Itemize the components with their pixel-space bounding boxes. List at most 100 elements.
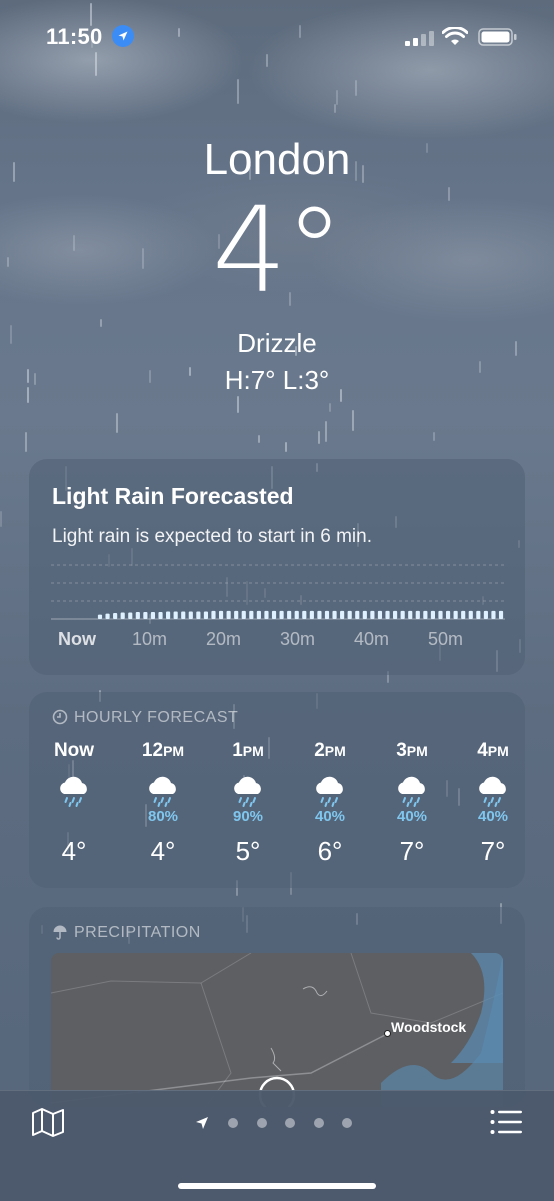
chart-x-axis: Now 10m 20m 30m 40m 50m: [29, 629, 525, 653]
page-dot[interactable]: [313, 1117, 324, 1128]
rain-intensity-bar: [362, 610, 367, 619]
page-indicator[interactable]: [0, 1114, 554, 1132]
page-dot[interactable]: [228, 1117, 239, 1128]
cellular-signal-icon: [405, 31, 434, 46]
weather-condition: Drizzle: [237, 328, 317, 358]
rain-intensity-bar: [370, 610, 375, 619]
hour-column[interactable]: 4PM 40% 7°: [451, 740, 535, 867]
rain-intensity-bar: [309, 610, 314, 619]
rain-intensity-bar: [408, 610, 413, 619]
rain-cloud-icon: [315, 775, 344, 807]
location-arrow-icon: [195, 1116, 208, 1129]
page-dot[interactable]: [342, 1117, 353, 1128]
rain-intensity-bar: [468, 610, 473, 619]
rain-intensity-bar: [120, 612, 125, 619]
rain-intensity-bar: [324, 610, 330, 619]
rain-intensity-bar: [234, 610, 239, 619]
list-icon[interactable]: [490, 1109, 522, 1135]
rain-cloud-icon: [59, 775, 88, 807]
rain-intensity-bar: [135, 611, 140, 619]
precipitation-card[interactable]: PRECIPITATION Woodstock: [29, 907, 525, 1107]
rain-intensity-bar: [393, 610, 398, 619]
precip-probability: 40%: [477, 808, 509, 825]
current-temperature: 4°: [211, 181, 344, 319]
rain-intensity-bar: [385, 610, 390, 619]
hourly-forecast-list[interactable]: Now 4° 12PM 80% 4° 1PM 90% 5° 2PM 40% 6°…: [29, 740, 525, 880]
rain-intensity-bar: [158, 611, 163, 619]
hour-temperature: 7°: [480, 836, 506, 866]
rain-cloud-icon: [397, 775, 426, 807]
rain-intensity-bar: [105, 613, 110, 619]
hour-column[interactable]: 1PM 90% 5°: [206, 740, 290, 867]
rain-forecast-subtitle: Light rain is expected to start in 6 min…: [52, 526, 372, 547]
battery-icon: [478, 28, 517, 46]
rain-intensity-bar: [203, 611, 209, 619]
location-arrow-icon: [112, 25, 134, 47]
hour-temperature: 4°: [150, 836, 176, 866]
rain-intensity-bar: [438, 610, 443, 619]
rain-intensity-bar: [498, 610, 504, 619]
precipitation-map[interactable]: Woodstock: [51, 953, 503, 1107]
hour-label: Now: [53, 740, 95, 761]
precip-probability: 90%: [232, 808, 264, 825]
rain-intensity-bar: [317, 610, 322, 619]
rain-intensity-bar: [113, 613, 118, 619]
rain-intensity-bar: [476, 610, 481, 619]
rain-forecast-title: Light Rain Forecasted: [52, 483, 294, 509]
rain-intensity-bar: [461, 610, 466, 619]
rain-intensity-bar: [150, 611, 156, 619]
city-name: London: [203, 135, 351, 184]
umbrella-icon: [53, 925, 67, 940]
rain-intensity-bar: [347, 610, 352, 619]
rain-intensity-bar: [128, 612, 133, 619]
rain-intensity-bar: [377, 610, 383, 619]
hour-label: 12PM: [141, 740, 185, 761]
precip-probability: 40%: [396, 808, 428, 825]
chart-tick-label: 20m: [206, 629, 242, 649]
rain-intensity-bar: [415, 610, 420, 619]
rain-intensity-bar: [453, 610, 458, 619]
hourly-forecast-header: HOURLY FORECAST: [52, 709, 238, 727]
rain-intensity-bar: [97, 614, 103, 619]
map-place-marker: [384, 1030, 391, 1037]
rain-intensity-bar: [241, 610, 246, 619]
rain-intensity-bar: [483, 610, 488, 619]
status-time: 11:50: [46, 24, 103, 49]
rain-intensity-bar: [271, 610, 277, 619]
home-indicator[interactable]: [178, 1183, 376, 1189]
hourly-forecast-label: HOURLY FORECAST: [74, 709, 239, 726]
hour-column[interactable]: 2PM 40% 6°: [288, 740, 372, 867]
status-bar: 11:50: [0, 0, 554, 70]
rain-intensity-bar: [294, 610, 299, 619]
rain-intensity-bar: [256, 610, 261, 619]
rain-intensity-bar: [226, 610, 231, 619]
rain-intensity-bar: [332, 610, 337, 619]
rain-intensity-bar: [355, 610, 360, 619]
rain-intensity-bar: [287, 610, 292, 619]
hourly-forecast-card[interactable]: HOURLY FORECAST Now 4° 12PM 80% 4° 1PM 9…: [29, 692, 525, 888]
page-dot[interactable]: [256, 1117, 267, 1128]
hour-temperature: 4°: [61, 836, 87, 866]
rain-intensity-bar: [249, 610, 254, 619]
rain-intensity-bar: [491, 610, 496, 619]
clock-icon: [52, 709, 68, 725]
rain-intensity-bar: [423, 610, 428, 619]
rain-intensity-bar: [340, 610, 345, 619]
rain-forecast-card[interactable]: Light Rain Forecasted Light rain is expe…: [29, 459, 525, 675]
rain-intensity-bar: [302, 610, 307, 619]
rain-cloud-icon: [233, 775, 262, 807]
rain-intensity-bar: [188, 611, 193, 619]
page-dot[interactable]: [285, 1117, 296, 1128]
hour-column[interactable]: Now 4°: [32, 740, 116, 867]
rain-intensity-bar: [166, 611, 171, 619]
precip-probability: 40%: [314, 808, 346, 825]
rain-intensity-bar: [196, 611, 201, 619]
chart-tick-label: 30m: [280, 629, 316, 649]
hour-column[interactable]: 12PM 80% 4°: [121, 740, 205, 867]
rain-intensity-bar: [279, 610, 284, 619]
hour-label: 4PM: [477, 740, 509, 761]
hour-temperature: 5°: [235, 836, 261, 866]
hour-label: 1PM: [232, 740, 264, 761]
minute-precipitation-chart: [51, 564, 505, 620]
hour-column[interactable]: 3PM 40% 7°: [370, 740, 454, 867]
